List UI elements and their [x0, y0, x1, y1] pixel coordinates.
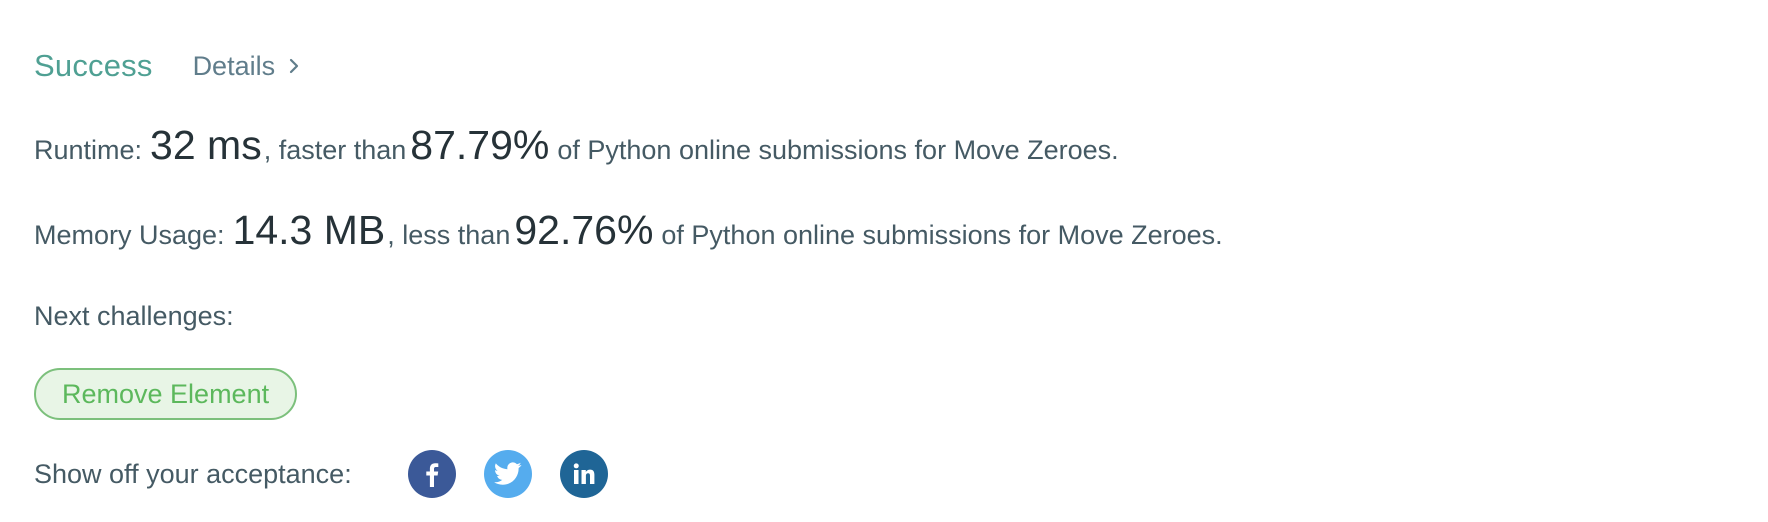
share-row: Show off your acceptance:	[34, 450, 608, 498]
runtime-comparator: , faster than	[263, 135, 407, 165]
memory-percentile: 92.76%	[514, 207, 654, 253]
memory-line: Memory Usage: 14.3 MB , less than 92.76%…	[34, 207, 1223, 254]
memory-value: 14.3 MB	[232, 207, 386, 253]
share-label: Show off your acceptance:	[34, 458, 352, 489]
runtime-value: 32 ms	[150, 122, 262, 168]
next-challenge-button[interactable]: Remove Element	[34, 368, 298, 420]
runtime-percentile: 87.79%	[410, 122, 550, 168]
facebook-icon	[426, 463, 439, 487]
memory-suffix: of Python online submissions for Move Ze…	[661, 220, 1223, 250]
submission-result-panel: Success Details Runtime: 32 ms , faster …	[34, 0, 1734, 522]
runtime-label: Runtime:	[34, 135, 143, 165]
memory-comparator: , less than	[387, 220, 511, 250]
facebook-share-button[interactable]	[407, 450, 456, 498]
details-label: Details	[192, 50, 276, 81]
twitter-share-button[interactable]	[483, 450, 532, 498]
status-row: Success Details	[34, 46, 299, 86]
status-title: Success	[34, 48, 153, 83]
linkedin-share-button[interactable]	[559, 450, 608, 498]
linkedin-icon	[573, 463, 595, 484]
next-challenges-label: Next challenges:	[34, 301, 234, 331]
runtime-suffix: of Python online submissions for Move Ze…	[557, 135, 1119, 165]
twitter-icon	[493, 462, 522, 485]
memory-label: Memory Usage:	[34, 220, 225, 250]
details-link[interactable]: Details	[193, 51, 300, 82]
chevron-right-icon	[289, 58, 299, 74]
runtime-line: Runtime: 32 ms , faster than 87.79% of P…	[34, 122, 1119, 169]
